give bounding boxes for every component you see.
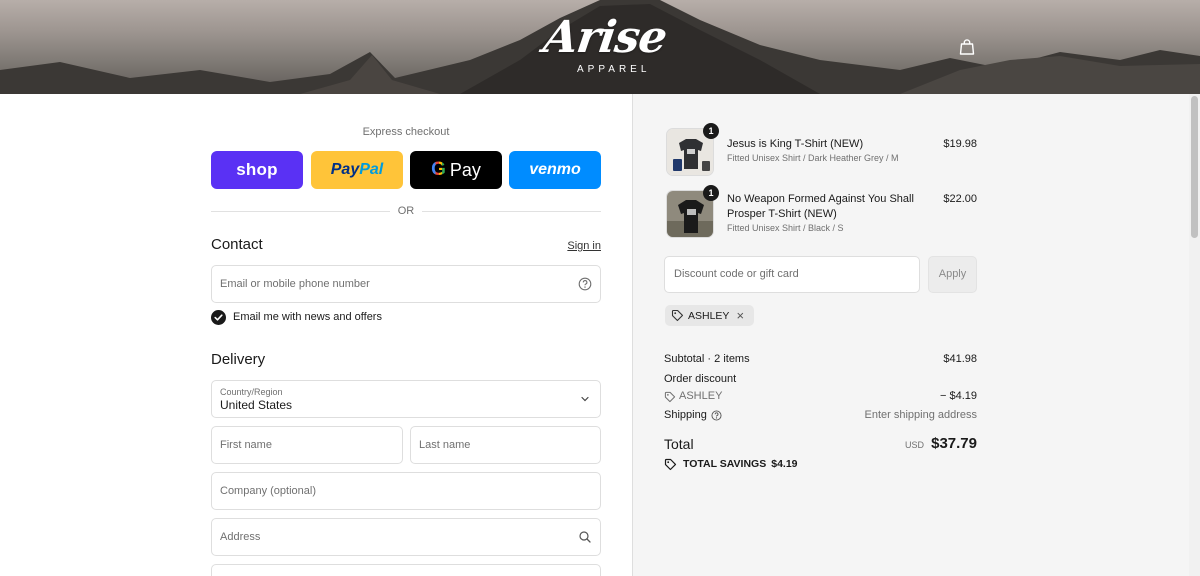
sign-in-link[interactable]: Sign in xyxy=(540,240,601,252)
google-pay-button[interactable]: G Pay xyxy=(410,151,502,189)
paypal-button[interactable]: Pay Pal xyxy=(311,151,403,189)
company-field[interactable]: Company (optional) xyxy=(211,472,601,510)
product-price: $19.98 xyxy=(943,138,977,150)
country-value: United States xyxy=(220,398,293,412)
order-discount-value: − $4.19 xyxy=(939,390,977,402)
apartment-field[interactable] xyxy=(211,564,601,576)
shipping-label: Shipping xyxy=(664,409,707,421)
quantity-badge: 1 xyxy=(703,123,719,139)
help-circle-icon[interactable] xyxy=(711,410,722,421)
chevron-down-icon xyxy=(581,396,589,402)
header-banner: Arise APPAREL xyxy=(0,0,1200,94)
paypal-label-pal: Pal xyxy=(359,161,384,178)
tag-icon xyxy=(664,458,677,471)
subtotal-value: $41.98 xyxy=(943,353,977,365)
shipping-value: Enter shipping address xyxy=(864,409,977,421)
paypal-label-pay: Pay xyxy=(330,161,360,178)
order-discount-code-label: ASHLEY xyxy=(679,390,723,402)
help-circle-icon[interactable] xyxy=(578,277,592,291)
tag-icon xyxy=(664,391,676,402)
subtotal-label: Subtotal · 2 items xyxy=(664,353,750,365)
news-offers-checkbox[interactable] xyxy=(211,310,226,325)
order-summary-panel xyxy=(632,94,1200,576)
product-variant: Fitted Unisex Shirt / Dark Heather Grey … xyxy=(727,153,899,163)
total-savings-value: $4.19 xyxy=(771,458,798,470)
product-name: Jesus is King T-Shirt (NEW) xyxy=(727,138,864,150)
discount-code-input[interactable]: Discount code or gift card xyxy=(664,256,920,293)
quantity-badge: 1 xyxy=(703,185,719,201)
order-discount-label: Order discount xyxy=(664,373,737,385)
discount-code-chip: ASHLEY × xyxy=(665,305,754,326)
address-placeholder: Address xyxy=(220,531,261,543)
company-placeholder: Company (optional) xyxy=(220,485,316,497)
arise-apparel-logo[interactable]: Arise APPAREL xyxy=(540,12,669,78)
product-variant: Fitted Unisex Shirt / Black / S xyxy=(727,223,844,233)
first-name-placeholder: First name xyxy=(220,439,272,451)
total-savings: TOTAL SAVINGS $4.19 xyxy=(664,458,798,471)
remove-discount-icon[interactable]: × xyxy=(736,309,744,322)
logo-script: Arise xyxy=(540,12,670,63)
email-field[interactable]: Email or mobile phone number xyxy=(211,265,601,303)
shop-pay-label: shop xyxy=(236,160,278,179)
product-price: $22.00 xyxy=(943,193,977,205)
express-checkout-label: Express checkout xyxy=(362,126,450,138)
or-label: OR xyxy=(390,205,422,217)
delivery-heading: Delivery xyxy=(211,351,266,368)
total-value: $37.79 xyxy=(931,435,977,452)
country-label: Country/Region xyxy=(220,387,283,397)
total-savings-label: TOTAL SAVINGS xyxy=(683,458,767,470)
total-currency: USD xyxy=(905,440,925,450)
apply-discount-button[interactable]: Apply xyxy=(928,256,977,293)
contact-heading: Contact xyxy=(211,236,263,253)
logo-subtitle: APPAREL xyxy=(577,64,651,75)
email-placeholder: Email or mobile phone number xyxy=(220,278,370,290)
total-label: Total xyxy=(664,436,694,452)
shipping-row: Shipping xyxy=(664,409,722,422)
first-name-field[interactable]: First name xyxy=(211,426,403,464)
last-name-field[interactable]: Last name xyxy=(410,426,601,464)
discount-code-label: ASHLEY xyxy=(688,309,730,322)
venmo-button[interactable]: venmo xyxy=(509,151,601,189)
scrollbar-thumb[interactable] xyxy=(1191,96,1198,238)
shop-pay-button[interactable]: shop xyxy=(211,151,303,189)
tag-icon xyxy=(671,309,684,322)
search-icon xyxy=(579,531,591,543)
address-field[interactable]: Address xyxy=(211,518,601,556)
venmo-label: venmo xyxy=(529,161,581,178)
shopping-bag-icon[interactable] xyxy=(958,38,976,56)
check-icon xyxy=(214,314,223,321)
order-discount-code: ASHLEY xyxy=(664,390,722,403)
last-name-placeholder: Last name xyxy=(419,439,471,451)
google-g-icon: G xyxy=(431,159,446,180)
google-pay-label: Pay xyxy=(449,159,481,180)
news-offers-label: Email me with news and offers xyxy=(233,311,382,323)
product-name: No Weapon Formed Against You Shall Prosp… xyxy=(727,193,914,220)
